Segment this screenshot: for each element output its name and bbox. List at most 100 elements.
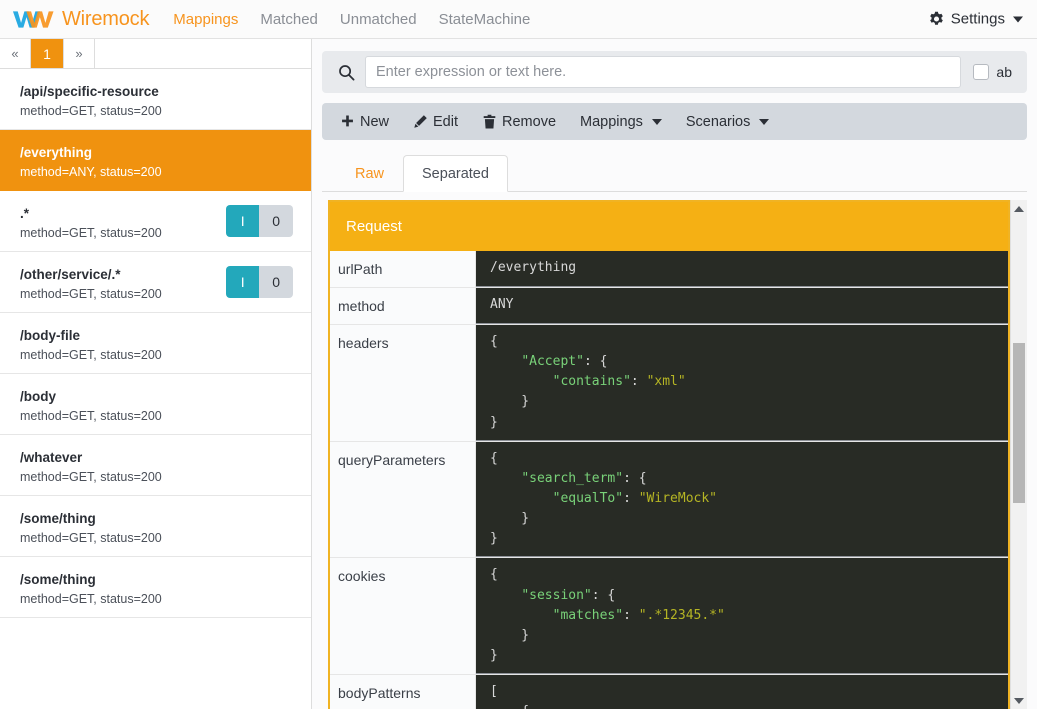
request-row-key: cookies bbox=[330, 558, 476, 675]
triangle-down-icon bbox=[1014, 697, 1024, 704]
search-button[interactable] bbox=[327, 56, 365, 88]
mapping-list-item[interactable]: /whatever method=GET, status=200 bbox=[0, 435, 311, 496]
mapping-list-item[interactable]: .* method=GET, status=200 I 0 bbox=[0, 191, 311, 252]
mapping-item-badge[interactable]: I0 bbox=[226, 205, 293, 237]
request-row-code: ANY bbox=[490, 297, 514, 312]
mapping-item-meta: method=GET, status=200 bbox=[20, 408, 162, 423]
mappings-sidebar: « 1 » /api/specific-resource method=GET, … bbox=[0, 39, 312, 709]
pagination-next[interactable]: » bbox=[64, 39, 95, 68]
request-row-code: { "session": { "matches": ".*12345.*" } … bbox=[490, 567, 725, 663]
request-row-key: queryParameters bbox=[330, 441, 476, 558]
mappings-dropdown-label: Mappings bbox=[580, 113, 643, 130]
mapping-item-meta: method=GET, status=200 bbox=[20, 103, 162, 118]
scenarios-dropdown-label: Scenarios bbox=[685, 113, 751, 130]
mapping-item-meta: method=ANY, status=200 bbox=[20, 164, 162, 179]
mapping-item-title: /everything bbox=[20, 145, 93, 160]
mapping-item-meta: method=GET, status=200 bbox=[20, 347, 162, 362]
nav-link-matched[interactable]: Matched bbox=[260, 11, 318, 28]
mapping-list-item[interactable]: /body method=GET, status=200 bbox=[0, 374, 311, 435]
top-navbar: Wiremock Mappings Matched Unmatched Stat… bbox=[0, 0, 1037, 39]
tab-raw[interactable]: Raw bbox=[336, 155, 403, 192]
pagination: « 1 » bbox=[0, 39, 311, 69]
pencil-icon bbox=[414, 115, 427, 128]
badge-right-value: 0 bbox=[259, 205, 293, 237]
main-content: ab New Edit Remove bbox=[312, 39, 1037, 709]
request-row-key: bodyPatterns bbox=[330, 675, 476, 709]
request-row-value: ANY bbox=[476, 288, 1008, 324]
mapping-item-meta: method=GET, status=200 bbox=[20, 469, 162, 484]
badge-right-value: 0 bbox=[259, 266, 293, 298]
mapping-item-title: /some/thing bbox=[20, 511, 96, 526]
remove-button[interactable]: Remove bbox=[472, 109, 566, 135]
request-row-code: /everything bbox=[490, 260, 577, 275]
mapping-list-item[interactable]: /other/service/.* method=GET, status=200 I… bbox=[0, 252, 311, 313]
badge-left-value: I bbox=[226, 205, 260, 237]
pagination-prev[interactable]: « bbox=[0, 39, 31, 68]
view-tabs: Raw Separated bbox=[322, 152, 1027, 192]
scenarios-dropdown[interactable]: Scenarios bbox=[676, 109, 779, 135]
gear-icon bbox=[929, 11, 943, 25]
pagination-filler bbox=[95, 39, 311, 68]
mapping-item-meta: method=GET, status=200 bbox=[20, 530, 162, 545]
search-icon bbox=[338, 64, 354, 80]
ab-toggle[interactable]: ab bbox=[961, 56, 1022, 88]
scroll-up-button[interactable] bbox=[1011, 200, 1027, 217]
request-row-value: { "Accept": { "contains": "xml" } } bbox=[476, 325, 1008, 441]
actions-toolbar: New Edit Remove Mappings Scenarios bbox=[322, 103, 1027, 140]
settings-label: Settings bbox=[950, 10, 1005, 28]
vertical-scrollbar[interactable] bbox=[1010, 200, 1027, 709]
settings-menu[interactable]: Settings bbox=[928, 11, 1023, 28]
request-row-value: { "search_term": { "equalTo": "WireMock"… bbox=[476, 441, 1008, 558]
search-bar: ab bbox=[322, 51, 1027, 93]
mapping-list-item[interactable]: /some/thing method=GET, status=200 bbox=[0, 496, 311, 557]
wiremock-wm-logo-icon bbox=[12, 11, 54, 28]
mapping-item-meta: method=GET, status=200 bbox=[20, 591, 162, 606]
trash-icon bbox=[483, 114, 496, 129]
mapping-item-badge[interactable]: I0 bbox=[226, 266, 293, 298]
request-row-value: { "session": { "matches": ".*12345.*" } … bbox=[476, 558, 1008, 675]
mapping-item-title: /whatever bbox=[20, 450, 83, 465]
request-row: urlPath/everything bbox=[330, 251, 1008, 288]
nav-link-statemachine[interactable]: StateMachine bbox=[439, 11, 531, 28]
mapping-item-title: /api/specific-resource bbox=[20, 84, 159, 99]
scroll-down-button[interactable] bbox=[1011, 692, 1027, 709]
ab-checkbox[interactable] bbox=[973, 64, 990, 80]
mapping-list-item[interactable]: /everything method=ANY, status=200 bbox=[0, 130, 311, 191]
main-nav: Mappings Matched Unmatched StateMachine bbox=[173, 11, 530, 28]
chevron-down-icon bbox=[1013, 16, 1023, 22]
scrollbar-thumb[interactable] bbox=[1013, 343, 1025, 503]
mapping-list-item[interactable]: /api/specific-resource method=GET, status… bbox=[0, 69, 311, 130]
mapping-item-title: /body-file bbox=[20, 328, 80, 343]
mapping-list-item[interactable]: /some/thing method=GET, status=200 bbox=[0, 557, 311, 618]
ab-label: ab bbox=[996, 64, 1012, 80]
nav-link-mappings[interactable]: Mappings bbox=[173, 11, 238, 28]
mapping-list-item[interactable]: /body-file method=GET, status=200 bbox=[0, 313, 311, 374]
chevron-down-icon bbox=[651, 118, 662, 125]
triangle-up-icon bbox=[1014, 205, 1024, 212]
tab-separated[interactable]: Separated bbox=[403, 155, 508, 192]
request-row-key: urlPath bbox=[330, 251, 476, 287]
request-row-value: [ { "equalToXml": "<search-results />" }… bbox=[476, 675, 1008, 709]
mapping-item-title: /some/thing bbox=[20, 572, 96, 587]
request-row-code: { "Accept": { "contains": "xml" } } bbox=[490, 334, 686, 430]
new-button[interactable]: New bbox=[330, 109, 399, 135]
request-row-code: { "search_term": { "equalTo": "WireMock"… bbox=[490, 450, 718, 547]
request-row-value: /everything bbox=[476, 251, 1008, 287]
nav-link-unmatched[interactable]: Unmatched bbox=[340, 11, 417, 28]
pagination-page-1[interactable]: 1 bbox=[31, 39, 64, 68]
remove-button-label: Remove bbox=[502, 113, 557, 130]
mappings-dropdown[interactable]: Mappings bbox=[570, 109, 672, 135]
edit-button[interactable]: Edit bbox=[403, 109, 468, 135]
search-input[interactable] bbox=[365, 56, 962, 88]
chevron-down-icon bbox=[759, 118, 770, 125]
mapping-list: /api/specific-resource method=GET, status… bbox=[0, 69, 311, 709]
request-row: queryParameters{ "search_term": { "equal… bbox=[330, 441, 1008, 559]
request-panel: Request urlPath/everything method ANY heade… bbox=[328, 200, 1010, 709]
plus-icon bbox=[342, 115, 353, 127]
request-rows: urlPath/everything method ANY headers{ "Acc… bbox=[330, 251, 1008, 709]
request-row-code: [ { "equalToXml": "<search-results />" }… bbox=[490, 684, 529, 709]
request-panel-wrapper: Request urlPath/everything method ANY heade… bbox=[322, 192, 1027, 709]
mapping-item-title: /body bbox=[20, 389, 56, 404]
new-button-label: New bbox=[360, 113, 390, 130]
badge-left-value: I bbox=[226, 266, 260, 298]
